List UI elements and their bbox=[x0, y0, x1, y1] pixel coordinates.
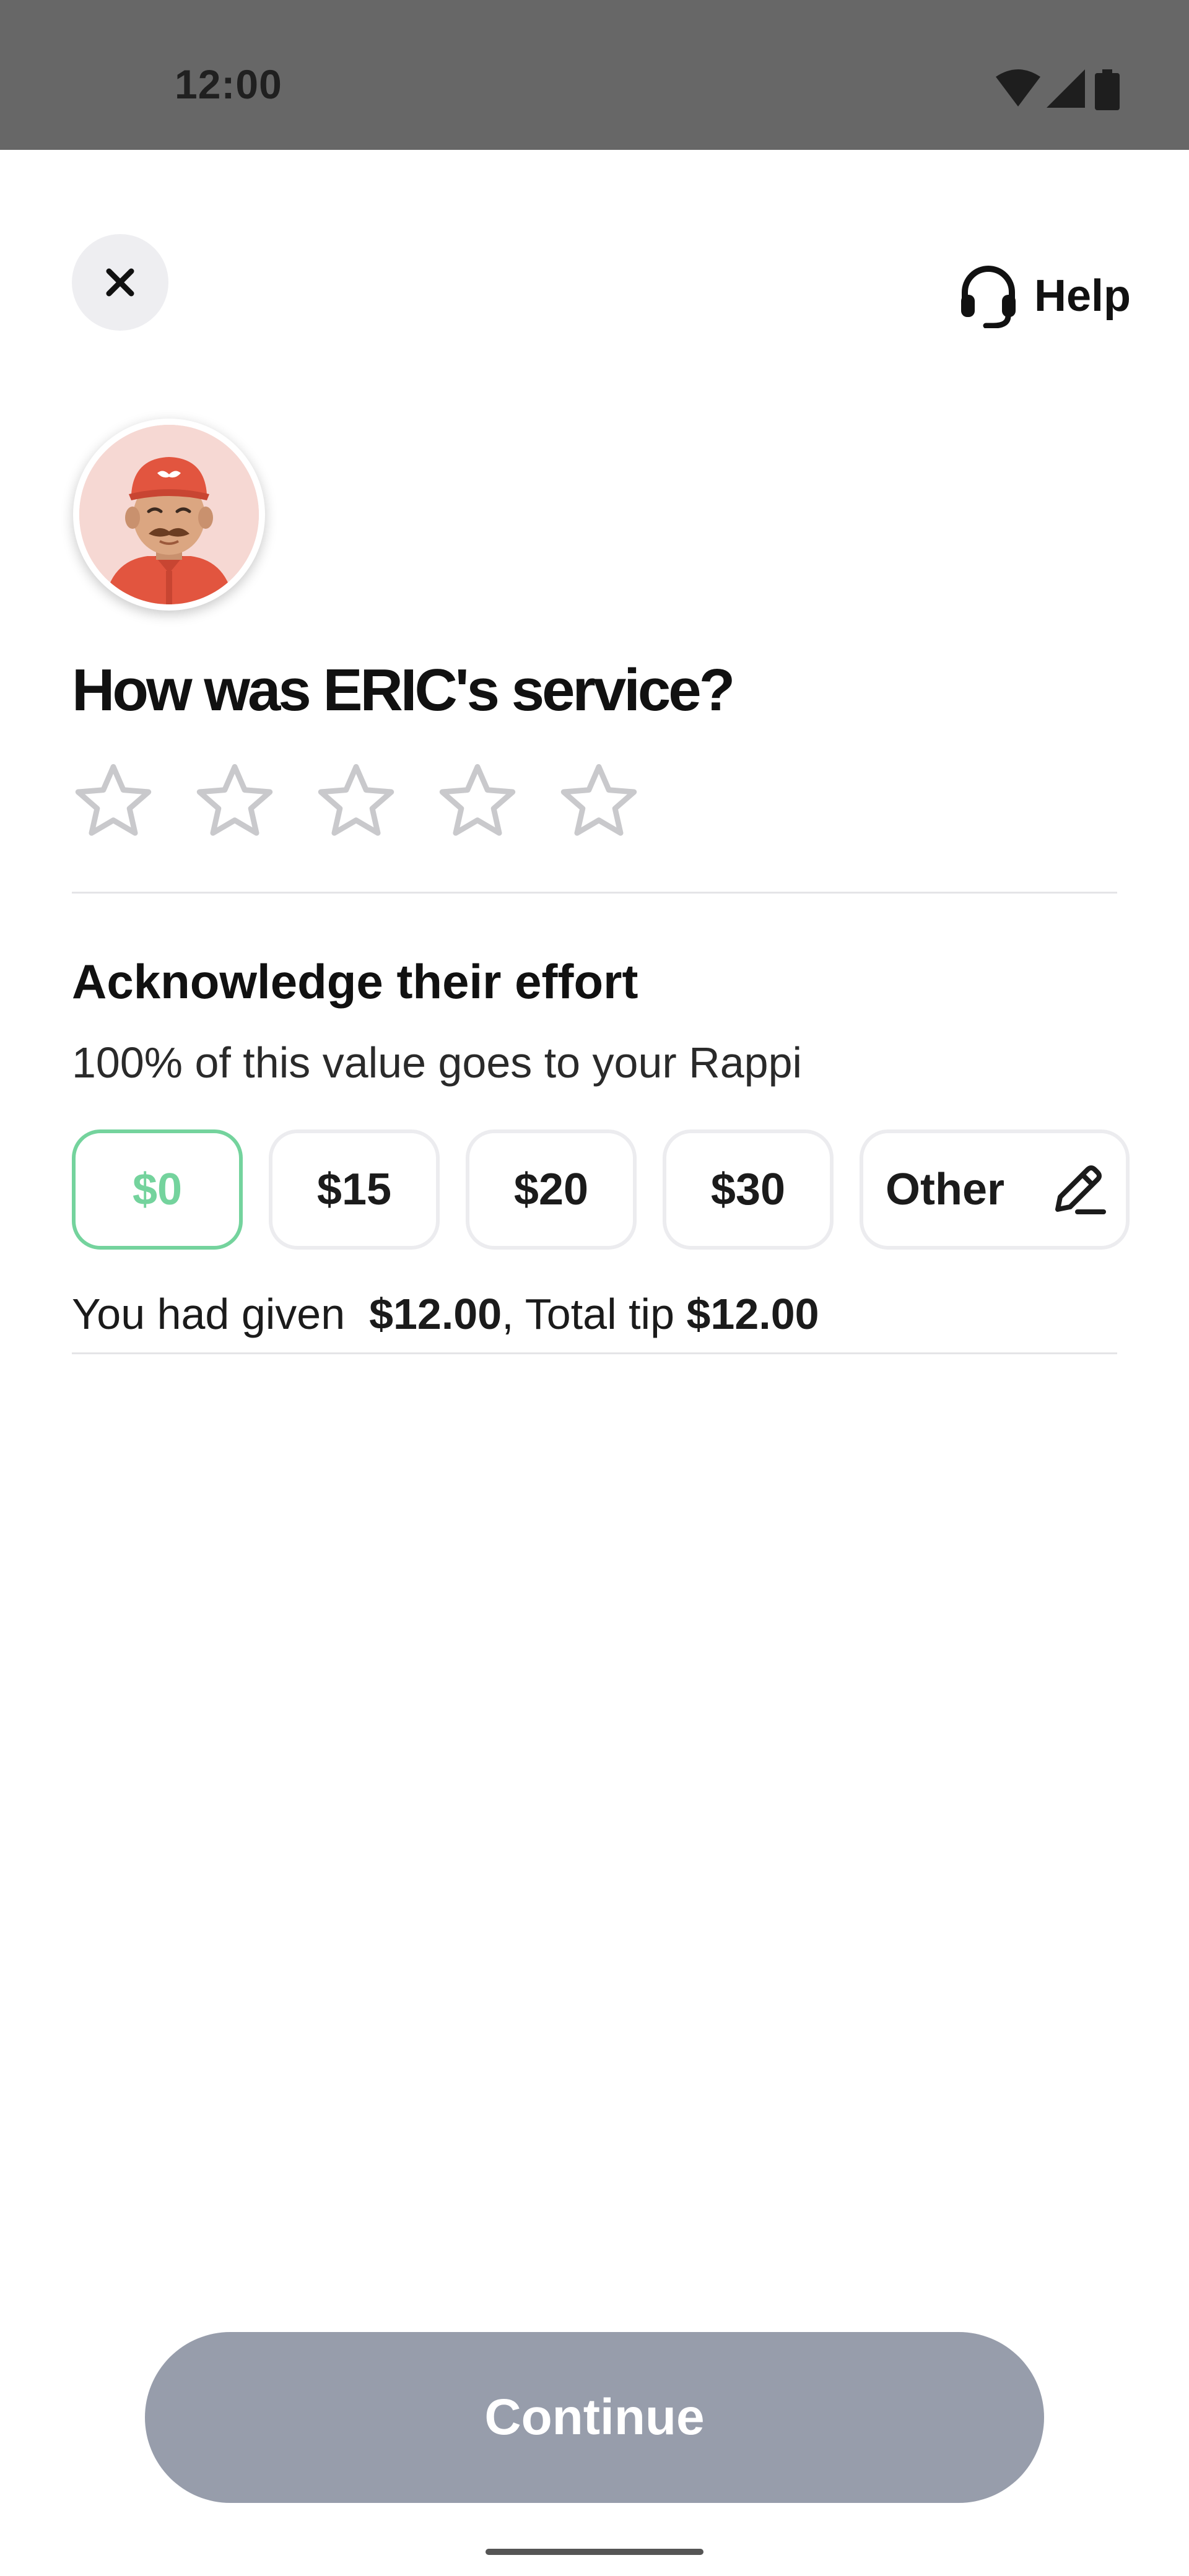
rating-stars bbox=[72, 762, 640, 841]
tip-options: $0 $15 $20 $30 Other bbox=[72, 1129, 1130, 1250]
star-3-icon[interactable] bbox=[315, 762, 398, 841]
tip-summary-middle: , Total tip bbox=[502, 1290, 687, 1338]
star-1-icon[interactable] bbox=[72, 762, 155, 841]
close-button[interactable] bbox=[72, 234, 168, 331]
star-5-icon[interactable] bbox=[557, 762, 640, 841]
status-bar: 12:00 bbox=[0, 0, 1189, 150]
courier-illustration bbox=[79, 425, 259, 604]
pencil-icon bbox=[1055, 1165, 1106, 1214]
status-time: 12:00 bbox=[175, 61, 282, 107]
tip-option-0[interactable]: $0 bbox=[72, 1129, 243, 1250]
tip-section-subtitle: 100% of this value goes to your Rappi bbox=[72, 1038, 803, 1087]
headset-icon bbox=[960, 266, 1016, 328]
tip-section-title: Acknowledge their effort bbox=[72, 954, 638, 1009]
continue-button[interactable]: Continue bbox=[145, 2332, 1044, 2503]
tip-option-15[interactable]: $15 bbox=[269, 1129, 440, 1250]
star-2-icon[interactable] bbox=[193, 762, 276, 841]
tip-option-20[interactable]: $20 bbox=[466, 1129, 637, 1250]
help-label: Help bbox=[1034, 271, 1131, 321]
tip-option-other[interactable]: Other bbox=[860, 1129, 1130, 1250]
tip-other-label: Other bbox=[886, 1165, 1005, 1214]
close-icon bbox=[106, 268, 134, 297]
rating-divider bbox=[72, 892, 1117, 894]
tip-option-30[interactable]: $30 bbox=[663, 1129, 834, 1250]
total-tip-amount: $12.00 bbox=[686, 1290, 819, 1338]
given-amount: $12.00 bbox=[369, 1290, 502, 1338]
help-button[interactable]: Help bbox=[956, 260, 1131, 332]
tip-divider bbox=[72, 1352, 1117, 1354]
status-icons bbox=[996, 69, 1132, 111]
battery-icon bbox=[1095, 69, 1120, 110]
courier-avatar bbox=[73, 419, 265, 611]
tip-summary-prefix: You had given bbox=[72, 1290, 357, 1338]
star-4-icon[interactable] bbox=[436, 762, 519, 841]
tip-summary: You had given $12.00, Total tip $12.00 bbox=[72, 1289, 819, 1339]
home-indicator bbox=[486, 2549, 703, 2555]
signal-icon bbox=[1047, 69, 1085, 108]
rating-question: How was ERIC's service? bbox=[72, 657, 735, 723]
wifi-icon bbox=[996, 69, 1040, 107]
